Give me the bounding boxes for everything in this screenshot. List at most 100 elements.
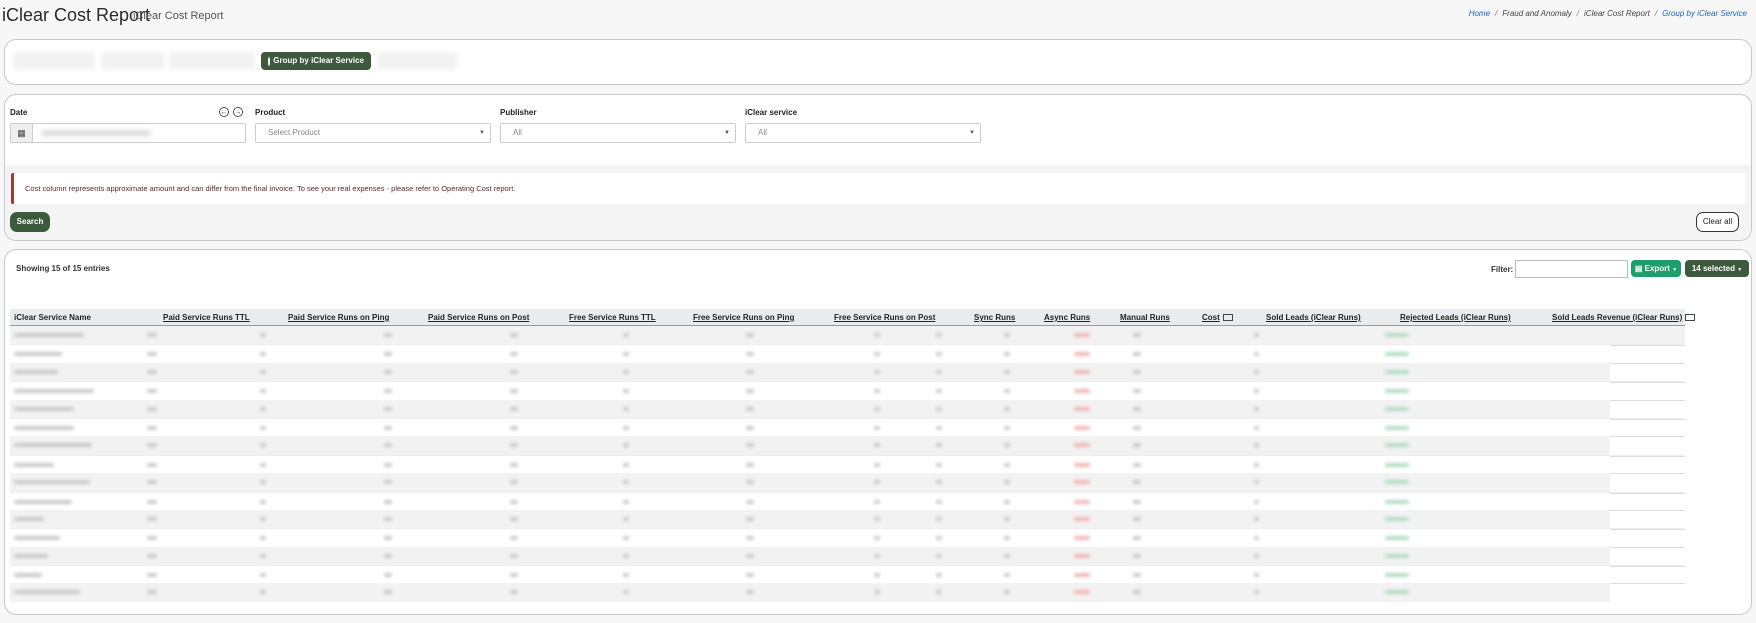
redacted-cell: [874, 499, 880, 504]
row-filler: [1610, 382, 1685, 402]
breadcrumb-fraud[interactable]: Fraud and Anomaly: [1502, 9, 1572, 18]
date-prev-icon[interactable]: ←: [219, 107, 229, 117]
tab-label: Group by iClear Service: [273, 56, 364, 65]
tab-group-by-iclear-service[interactable]: Group by iClear Service: [261, 52, 371, 70]
col-async-runs[interactable]: Async Runs: [1044, 313, 1090, 322]
col-free-runs-post[interactable]: Free Service Runs on Post: [834, 313, 935, 322]
col-sync-runs[interactable]: Sync Runs: [974, 313, 1015, 322]
redacted-cell: [1385, 443, 1409, 448]
col-sold-revenue[interactable]: Sold Leads Revenue (iClear Runs): [1552, 313, 1696, 322]
row-filler: [1610, 492, 1685, 512]
file-icon: ▤: [1634, 264, 1643, 273]
table-header: iClear Service Name Paid Service Runs TT…: [10, 309, 1696, 326]
redacted-cell: [1385, 499, 1409, 504]
redacted-cell: [1133, 352, 1141, 357]
redacted-cell: [510, 369, 518, 374]
redacted-cell: [1133, 480, 1141, 485]
search-button[interactable]: Search: [10, 212, 50, 232]
redacted-cell: [936, 590, 942, 595]
col-paid-runs-ttl[interactable]: Paid Service Runs TTL: [163, 313, 250, 322]
table-row: [10, 362, 1685, 382]
table-row: [10, 473, 1685, 493]
table-row: [10, 546, 1685, 566]
redacted-cell: [874, 516, 880, 521]
tab-blurred-4[interactable]: [377, 52, 457, 70]
report-tabs-card: Group by iClear Service: [4, 39, 1752, 85]
redacted-cell: [260, 536, 266, 541]
redacted-cell: [384, 553, 392, 558]
col-service-name[interactable]: iClear Service Name: [14, 313, 91, 322]
col-manual-runs[interactable]: Manual Runs: [1120, 313, 1170, 322]
redacted-cell: [746, 425, 754, 430]
table-row: [10, 583, 1685, 603]
row-filler: [1610, 546, 1685, 566]
col-paid-runs-ping[interactable]: Paid Service Runs on Ping: [288, 313, 389, 322]
redacted-cell: [1254, 536, 1259, 541]
redacted-cell: [147, 425, 157, 430]
date-range-input[interactable]: ▦: [10, 123, 246, 143]
col-cost[interactable]: Cost: [1202, 313, 1233, 322]
redacted-cell: [384, 406, 392, 411]
redacted-cell: [510, 443, 518, 448]
redacted-cell: [1385, 406, 1409, 411]
redacted-cell: [1133, 590, 1141, 595]
info-icon[interactable]: [1685, 314, 1696, 322]
redacted-cell: [260, 590, 266, 595]
redacted-cell: [14, 590, 80, 595]
redacted-cell: [746, 516, 754, 521]
date-next-icon[interactable]: →: [233, 107, 243, 117]
redacted-cell: [936, 516, 942, 521]
redacted-cell: [936, 462, 942, 467]
redacted-cell: [14, 352, 62, 357]
iclear-service-select[interactable]: All ▼: [745, 123, 981, 143]
redacted-cell: [384, 573, 392, 578]
redacted-cell: [510, 406, 518, 411]
col-cost-label: Cost: [1202, 313, 1220, 322]
col-paid-runs-post[interactable]: Paid Service Runs on Post: [428, 313, 529, 322]
product-select[interactable]: Select Product ▼: [255, 123, 491, 143]
columns-selected-button[interactable]: 14 selected ▼: [1685, 260, 1749, 277]
breadcrumb-home[interactable]: Home: [1469, 9, 1490, 18]
redacted-cell: [1004, 553, 1010, 558]
redacted-cell: [1004, 369, 1010, 374]
tab-blurred-3[interactable]: [169, 52, 255, 70]
redacted-cell: [147, 536, 157, 541]
publisher-select[interactable]: All ▼: [500, 123, 736, 143]
redacted-cell: [1254, 406, 1259, 411]
redacted-cell: [1254, 480, 1259, 485]
redacted-cell: [623, 480, 629, 485]
redacted-cell: [260, 333, 266, 337]
redacted-cell: [14, 573, 42, 578]
col-free-runs-ping[interactable]: Free Service Runs on Ping: [693, 313, 794, 322]
redacted-cell: [746, 369, 754, 374]
redacted-cell: [1133, 333, 1141, 337]
cost-notice: Cost column represents approximate amoun…: [11, 173, 1745, 204]
table-row: [10, 528, 1685, 549]
redacted-cell: [936, 480, 942, 485]
redacted-cell: [1004, 480, 1010, 485]
col-rejected-leads[interactable]: Rejected Leads (iClear Runs): [1400, 313, 1511, 322]
tab-blurred-2[interactable]: [101, 52, 165, 70]
breadcrumb-report[interactable]: iClear Cost Report: [1584, 9, 1650, 18]
table-row: [10, 344, 1685, 365]
redacted-cell: [14, 443, 92, 448]
redacted-cell: [510, 352, 518, 357]
export-button[interactable]: ▤ Export ▼: [1631, 260, 1681, 277]
col-free-runs-ttl[interactable]: Free Service Runs TTL: [569, 313, 656, 322]
redacted-cell: [384, 516, 392, 521]
redacted-cell: [1254, 369, 1259, 374]
redacted-cell: [936, 536, 942, 541]
info-icon[interactable]: [1222, 314, 1233, 322]
col-sold-leads[interactable]: Sold Leads (iClear Runs): [1266, 313, 1361, 322]
redacted-cell: [147, 499, 157, 504]
redacted-cell: [1004, 499, 1010, 504]
redacted-cell: [147, 352, 157, 357]
clear-all-button[interactable]: Clear all: [1696, 212, 1739, 232]
redacted-cell: [510, 590, 518, 595]
filter-input[interactable]: [1515, 260, 1628, 278]
tab-blurred-1[interactable]: [13, 52, 95, 70]
redacted-cell: [1074, 573, 1090, 578]
redacted-cell: [746, 553, 754, 558]
redacted-cell: [1133, 425, 1141, 430]
redacted-cell: [14, 553, 48, 558]
